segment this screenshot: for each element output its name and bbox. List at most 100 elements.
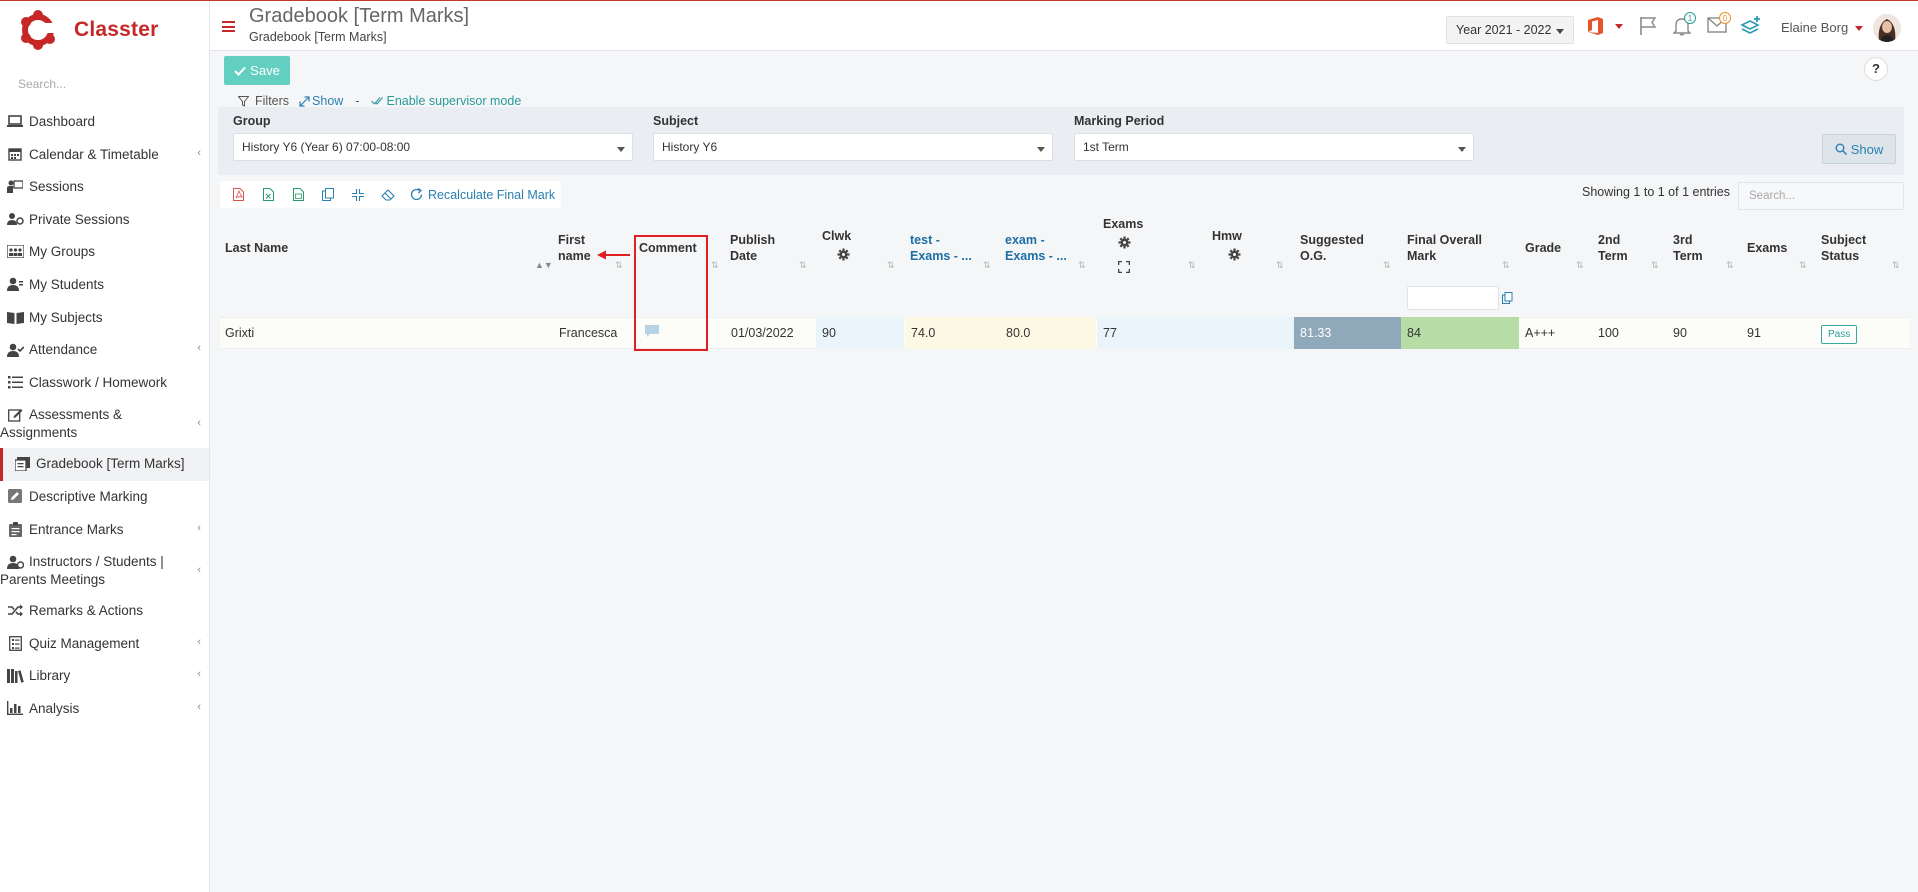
sidebar-item-remarks-actions[interactable]: Remarks & Actions [0, 595, 209, 628]
sort-icon[interactable]: ⇅ [1276, 260, 1284, 271]
filters-show-link[interactable]: Show [312, 94, 343, 108]
sidebar-item-sessions[interactable]: Sessions [0, 171, 209, 204]
group-select[interactable]: History Y6 (Year 6) 07:00-08:00 [233, 133, 633, 161]
sort-icon[interactable]: ⇅ [1651, 260, 1659, 271]
caret-down-icon [617, 147, 625, 152]
sidebar: Classter Dashboard Calendar & Timetable … [0, 1, 210, 892]
col-header-exams[interactable]: Exams [1103, 216, 1143, 232]
filter-panel: Group History Y6 (Year 6) 07:00-08:00 Su… [218, 107, 1904, 175]
fullscreen-icon[interactable] [1118, 261, 1130, 273]
help-button[interactable]: ? [1864, 57, 1888, 81]
sort-asc-icon[interactable]: ▲▼ [535, 260, 553, 270]
col-header-first-name[interactable]: First name [558, 232, 591, 264]
sidebar-item-library[interactable]: Library ‹ [0, 660, 209, 693]
col-header-subject-status[interactable]: Subject Status [1821, 232, 1866, 264]
sort-icon[interactable]: ⇅ [1078, 260, 1086, 271]
col-header-2nd-term[interactable]: 2nd Term [1598, 232, 1628, 264]
show-button[interactable]: Show [1822, 134, 1896, 164]
show-button-label: Show [1850, 141, 1884, 157]
sidebar-item-my-students[interactable]: My Students [0, 269, 209, 302]
recalculate-final-mark-button[interactable]: Recalculate Final Mark [410, 188, 555, 202]
gear-icon[interactable] [1118, 236, 1131, 249]
col-header-second-line: Status [1821, 249, 1860, 263]
col-header-grade[interactable]: Grade [1525, 240, 1561, 256]
status-badge: Pass [1821, 325, 1858, 344]
sidebar-item-my-groups[interactable]: My Groups [0, 236, 209, 269]
cell-final-overall-mark[interactable]: 84 [1401, 317, 1519, 349]
sidebar-item-gradebook[interactable]: Gradebook [Term Marks] [0, 448, 209, 481]
sidebar-item-calendar[interactable]: Calendar & Timetable ‹ [0, 139, 209, 172]
sort-icon[interactable]: ⇅ [1188, 260, 1196, 271]
sort-icon[interactable]: ⇅ [615, 260, 623, 271]
sort-icon[interactable]: ⇅ [1502, 260, 1510, 271]
table-search-input[interactable] [1738, 182, 1904, 210]
flag-icon[interactable] [1638, 16, 1658, 39]
col-header-3rd-term[interactable]: 3rd Term [1673, 232, 1703, 264]
sort-icon[interactable]: ⇅ [983, 260, 991, 271]
excel-export-icon[interactable] [256, 183, 280, 207]
col-header-publish-date[interactable]: Publish Date [730, 232, 775, 264]
pdf-export-icon[interactable] [226, 183, 250, 207]
cell-test[interactable]: 74.0 [905, 317, 1000, 349]
sort-icon[interactable]: ⇅ [1576, 260, 1584, 271]
sidebar-item-classwork-homework[interactable]: Classwork / Homework [0, 367, 209, 400]
sidebar-item-entrance-marks[interactable]: Entrance Marks ‹ [0, 514, 209, 547]
copy-down-icon[interactable] [1502, 292, 1513, 304]
avatar[interactable] [1873, 14, 1901, 42]
sidebar-item-dashboard[interactable]: Dashboard [0, 106, 209, 139]
sidebar-item-meetings[interactable]: Instructors / Students | Parents Meeting… [0, 546, 209, 595]
col-header-test-exams[interactable]: test - Exams - ... [910, 232, 972, 264]
layers-add-icon[interactable] [1740, 15, 1762, 40]
cell-hmw[interactable] [1207, 317, 1294, 349]
cell-exam[interactable]: 80.0 [1000, 317, 1096, 349]
cell-exams[interactable]: 77 [1097, 317, 1207, 349]
cell-publish-date: 01/03/2022 [731, 326, 794, 340]
sidebar-item-quiz-management[interactable]: Quiz Management ‹ [0, 628, 209, 661]
sort-icon[interactable]: ⇅ [1799, 260, 1807, 271]
final-mark-filter-input[interactable] [1407, 286, 1499, 310]
sort-icon[interactable]: ⇅ [1892, 260, 1900, 271]
office-caret-icon[interactable] [1615, 24, 1623, 29]
gear-icon[interactable] [1228, 248, 1241, 261]
list-icon [6, 375, 24, 390]
chevron-left-icon: ‹ [197, 521, 201, 534]
user-name[interactable]: Elaine Borg [1781, 20, 1848, 35]
col-header-hmw[interactable]: Hmw [1212, 228, 1242, 244]
year-select[interactable]: Year 2021 - 2022 [1446, 16, 1574, 44]
filters-label: Filters [255, 94, 290, 108]
office-icon[interactable] [1586, 16, 1606, 39]
enable-supervisor-mode-link[interactable]: Enable supervisor mode [386, 94, 521, 108]
sort-icon[interactable]: ⇅ [799, 260, 807, 271]
cell-grade: A+++ [1525, 326, 1556, 340]
compress-icon[interactable] [346, 183, 370, 207]
sidebar-item-my-subjects[interactable]: My Subjects [0, 302, 209, 335]
csv-export-icon[interactable] [286, 183, 310, 207]
hamburger-menu-icon[interactable] [222, 21, 235, 32]
eraser-icon[interactable] [376, 183, 400, 207]
logo[interactable]: Classter [18, 9, 158, 51]
gear-icon[interactable] [837, 248, 850, 261]
cell-clwk[interactable]: 90 [816, 317, 904, 349]
col-header-suggested-og[interactable]: Suggested O.G. [1300, 232, 1364, 264]
sidebar-item-assessments[interactable]: Assessments & Assignments ‹ [0, 399, 209, 448]
sort-icon[interactable]: ⇅ [1383, 260, 1391, 271]
copy-icon[interactable] [316, 183, 340, 207]
sidebar-item-attendance[interactable]: Attendance ‹ [0, 334, 209, 367]
col-header-final-overall-mark[interactable]: Final Overall Mark [1407, 232, 1482, 264]
sort-icon[interactable]: ⇅ [1726, 260, 1734, 271]
save-button[interactable]: Save [224, 56, 290, 85]
marking-period-select[interactable]: 1st Term [1074, 133, 1474, 161]
sort-icon[interactable]: ⇅ [711, 260, 719, 271]
col-header-exam-exams[interactable]: exam - Exams - ... [1005, 232, 1067, 264]
sort-icon[interactable]: ⇅ [887, 260, 895, 271]
col-header-clwk[interactable]: Clwk [822, 228, 851, 244]
sidebar-search-input[interactable] [8, 71, 198, 97]
sidebar-item-private-sessions[interactable]: Private Sessions [0, 204, 209, 237]
col-header-second-line: Term [1598, 249, 1628, 263]
sidebar-item-descriptive-marking[interactable]: Descriptive Marking [0, 481, 209, 514]
user-caret-icon[interactable] [1855, 26, 1863, 31]
col-header-last-name[interactable]: Last Name [225, 240, 288, 256]
sidebar-item-analysis[interactable]: Analysis ‹ [0, 693, 209, 726]
col-header-exams-2[interactable]: Exams [1747, 240, 1787, 256]
subject-select[interactable]: History Y6 [653, 133, 1053, 161]
